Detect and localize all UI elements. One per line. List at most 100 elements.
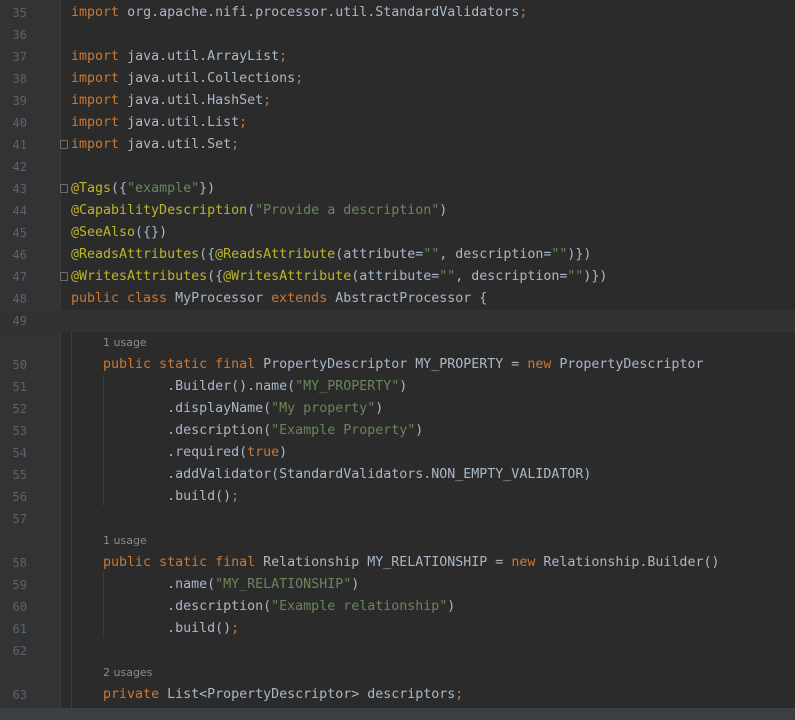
horizontal-scrollbar[interactable] xyxy=(0,708,795,720)
line-number[interactable]: 55 xyxy=(0,464,27,486)
line-number[interactable]: 39 xyxy=(0,90,27,112)
code-text[interactable]: import java.util.ArrayList; xyxy=(71,46,287,68)
code-text[interactable]: @CapabilityDescription("Provide a descri… xyxy=(71,200,447,222)
line-number[interactable]: 37 xyxy=(0,46,27,68)
fold-marker-icon[interactable] xyxy=(60,272,68,281)
code-line[interactable]: 59 .name("MY_RELATIONSHIP") xyxy=(0,574,795,596)
line-number[interactable]: 42 xyxy=(0,156,27,178)
code-line[interactable]: 38 import java.util.Collections; xyxy=(0,68,795,90)
code-line[interactable]: 36 xyxy=(0,24,795,46)
code-text[interactable]: @WritesAttributes({@WritesAttribute(attr… xyxy=(71,266,607,288)
line-number[interactable]: 62 xyxy=(0,640,27,662)
code-line[interactable]: 58 public static final Relationship MY_R… xyxy=(0,552,795,574)
line-number[interactable]: 40 xyxy=(0,112,27,134)
annotation: @SeeAlso xyxy=(71,225,136,240)
code-line[interactable]: 45 @SeeAlso({}) xyxy=(0,222,795,244)
line-number[interactable]: 58 xyxy=(0,552,27,574)
code-text[interactable]: public class MyProcessor extends Abstrac… xyxy=(71,288,487,310)
code-line[interactable]: 48 public class MyProcessor extends Abstr… xyxy=(0,288,795,310)
code-line[interactable]: 37 import java.util.ArrayList; xyxy=(0,46,795,68)
line-number[interactable]: 48 xyxy=(0,288,27,310)
line-number[interactable]: 56 xyxy=(0,486,27,508)
code-editor[interactable]: 35 import org.apache.nifi.processor.util.… xyxy=(0,0,795,720)
code-line[interactable]: 54 .required(true) xyxy=(0,442,795,464)
code-line[interactable]: 40 import java.util.List; xyxy=(0,112,795,134)
line-number[interactable]: 52 xyxy=(0,398,27,420)
code-text[interactable]: public static final PropertyDescriptor M… xyxy=(71,354,703,376)
code-line[interactable]: 53 .description("Example Property") xyxy=(0,420,795,442)
semicolon: ; xyxy=(279,49,288,64)
line-number[interactable]: 36 xyxy=(0,24,27,46)
line-number[interactable]: 45 xyxy=(0,222,27,244)
code-line[interactable]: 47 @WritesAttributes({@WritesAttribute(at… xyxy=(0,266,795,288)
code-text[interactable]: @ReadsAttributes({@ReadsAttribute(attrib… xyxy=(71,244,591,266)
usage-hint[interactable]: 2 usages xyxy=(103,662,152,684)
line-number[interactable]: 59 xyxy=(0,574,27,596)
code-text[interactable]: import java.util.Set; xyxy=(71,134,239,156)
usage-hint[interactable]: 1 usage xyxy=(103,530,147,552)
code-line[interactable]: 61 .build(); xyxy=(0,618,795,640)
code-line[interactable]: 56 .build(); xyxy=(0,486,795,508)
code-line[interactable]: 41 import java.util.Set; xyxy=(0,134,795,156)
code-line[interactable]: 42 xyxy=(0,156,795,178)
code-text[interactable]: import java.util.Collections; xyxy=(71,68,303,90)
fold-marker-icon[interactable] xyxy=(60,140,68,149)
line-number[interactable]: 50 xyxy=(0,354,27,376)
code-text[interactable]: .build(); xyxy=(71,486,239,508)
punct: ({}) xyxy=(135,225,168,240)
code-text[interactable]: .build(); xyxy=(71,618,239,640)
code-line[interactable]: 35 import org.apache.nifi.processor.util.… xyxy=(0,2,795,24)
line-number[interactable]: 44 xyxy=(0,200,27,222)
code-text[interactable]: .addValidator(StandardValidators.NON_EMP… xyxy=(71,464,591,486)
line-number[interactable]: 53 xyxy=(0,420,27,442)
code-line[interactable]: 63 private List<PropertyDescriptor> desc… xyxy=(0,684,795,706)
line-number[interactable]: 35 xyxy=(0,2,27,24)
code-text[interactable]: import java.util.List; xyxy=(71,112,247,134)
code-text[interactable]: private List<PropertyDescriptor> descrip… xyxy=(71,684,463,706)
punct: ) xyxy=(439,203,448,218)
code-line[interactable]: 57 xyxy=(0,508,795,530)
line-number[interactable]: 63 xyxy=(0,684,27,706)
keyword: public class xyxy=(71,291,176,306)
line-number[interactable]: 51 xyxy=(0,376,27,398)
line-number[interactable]: 49 xyxy=(0,310,27,332)
code-line[interactable]: 52 .displayName("My property") xyxy=(0,398,795,420)
line-number[interactable]: 41 xyxy=(0,134,27,156)
code-line[interactable]: 50 public static final PropertyDescripto… xyxy=(0,354,795,376)
code-text[interactable]: .required(true) xyxy=(71,442,287,464)
code-line[interactable]: 62 xyxy=(0,640,795,662)
code-text[interactable]: @Tags({"example"}) xyxy=(71,178,215,200)
semicolon: ; xyxy=(231,621,240,636)
fold-marker-icon[interactable] xyxy=(60,184,68,193)
code-text[interactable]: import org.apache.nifi.processor.util.St… xyxy=(71,2,527,24)
keyword: import xyxy=(71,115,120,130)
code-line[interactable]: 46 @ReadsAttributes({@ReadsAttribute(attr… xyxy=(0,244,795,266)
line-number[interactable]: 46 xyxy=(0,244,27,266)
code-text[interactable]: .description("Example Property") xyxy=(71,420,423,442)
line-number[interactable]: 57 xyxy=(0,508,27,530)
import-path: java.util.Collections xyxy=(127,71,296,86)
usage-hint[interactable]: 1 usage xyxy=(103,332,147,354)
code-line[interactable]: 44 @CapabilityDescription("Provide a desc… xyxy=(0,200,795,222)
line-number[interactable]: 61 xyxy=(0,618,27,640)
code-text[interactable]: import java.util.HashSet; xyxy=(71,90,271,112)
code-line[interactable]: 60 .description("Example relationship") xyxy=(0,596,795,618)
line-number[interactable]: 47 xyxy=(0,266,27,288)
line-number[interactable]: 60 xyxy=(0,596,27,618)
line-number[interactable]: 43 xyxy=(0,178,27,200)
code-text[interactable]: .name("MY_RELATIONSHIP") xyxy=(71,574,359,596)
code-line[interactable]: 43 @Tags({"example"}) xyxy=(0,178,795,200)
code-line[interactable]: 55 .addValidator(StandardValidators.NON_… xyxy=(0,464,795,486)
code-text[interactable]: .Builder().name("MY_PROPERTY") xyxy=(71,376,407,398)
code-line[interactable]: 51 .Builder().name("MY_PROPERTY") xyxy=(0,376,795,398)
code-text[interactable]: .displayName("My property") xyxy=(71,398,383,420)
code-text[interactable]: public static final Relationship MY_RELA… xyxy=(71,552,719,574)
code-text[interactable]: .description("Example relationship") xyxy=(71,596,455,618)
code-line[interactable]: 49 xyxy=(0,310,795,332)
code-line[interactable]: 39 import java.util.HashSet; xyxy=(0,90,795,112)
keyword: import xyxy=(71,137,120,152)
line-number[interactable]: 54 xyxy=(0,442,27,464)
line-number[interactable]: 38 xyxy=(0,68,27,90)
code-text[interactable]: @SeeAlso({}) xyxy=(71,222,167,244)
